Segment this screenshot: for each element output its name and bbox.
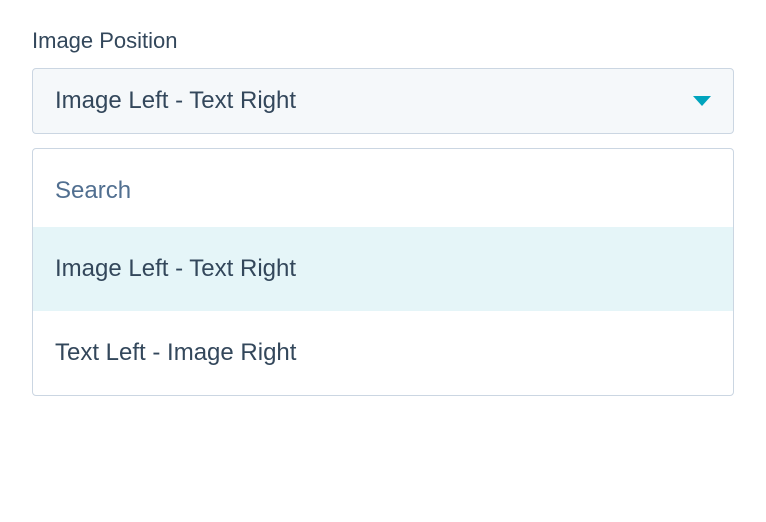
dropdown-panel: Image Left - Text Right Text Left - Imag… — [32, 148, 734, 396]
dropdown-option[interactable]: Text Left - Image Right — [33, 311, 733, 395]
select-value: Image Left - Text Right — [55, 87, 296, 115]
caret-down-icon — [693, 96, 711, 106]
search-input[interactable] — [33, 149, 733, 227]
field-label: Image Position — [32, 28, 734, 54]
select-dropdown[interactable]: Image Left - Text Right — [32, 68, 734, 134]
dropdown-option[interactable]: Image Left - Text Right — [33, 227, 733, 311]
